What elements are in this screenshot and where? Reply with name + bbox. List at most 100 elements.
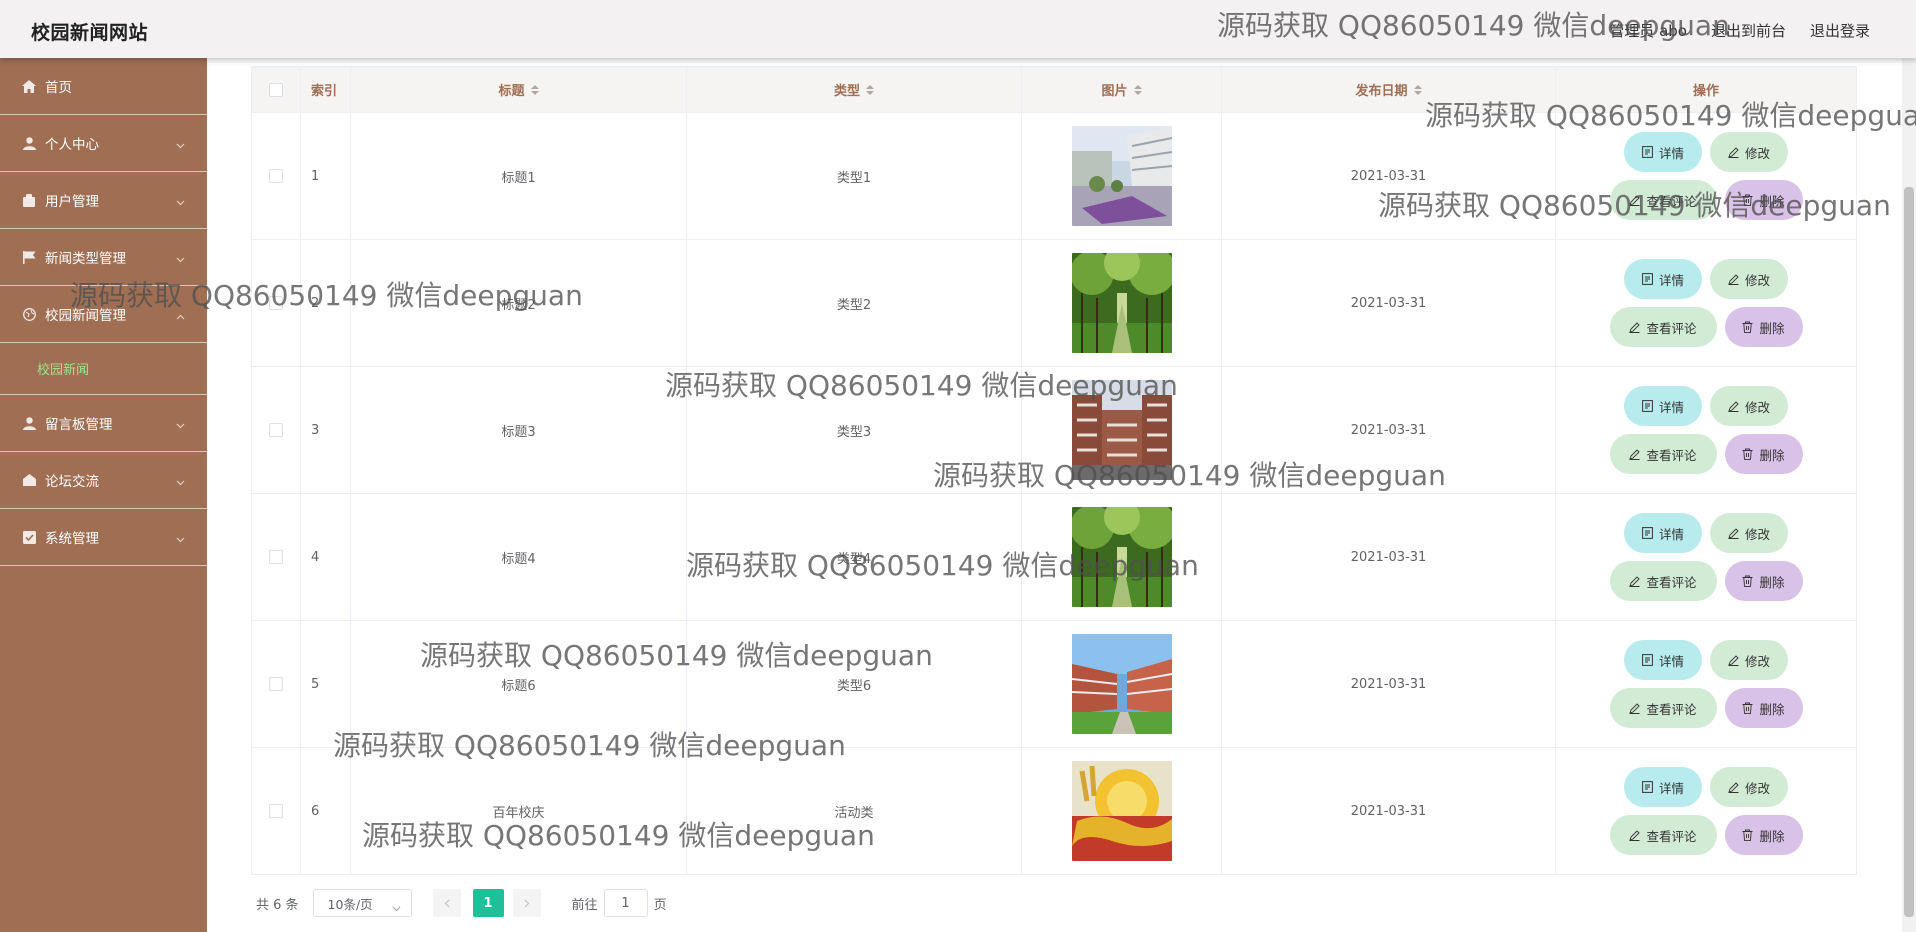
goto-page-input[interactable] <box>603 889 648 917</box>
detail-button[interactable]: 详情 <box>1624 513 1702 553</box>
sidebar-item-home[interactable]: 首页 <box>0 58 207 115</box>
news-thumbnail[interactable] <box>1071 634 1172 734</box>
row-checkbox[interactable] <box>269 804 283 818</box>
page-number-button[interactable]: 1 <box>472 889 504 917</box>
edit-icon <box>1728 273 1739 285</box>
sidebar-item-campus-news[interactable]: 校园新闻管理 <box>0 286 207 343</box>
sidebar-item-forum[interactable]: 论坛交流 <box>0 452 207 509</box>
logout-link[interactable]: 退出登录 <box>1810 20 1870 41</box>
prev-page-button[interactable] <box>432 889 461 917</box>
row-title: 标题6 <box>351 621 687 747</box>
view-comments-button[interactable]: 查看评论 <box>1609 307 1717 347</box>
column-ops: 操作 <box>1556 67 1857 112</box>
delete-button[interactable]: 删除 <box>1724 434 1803 474</box>
detail-label: 详情 <box>1658 145 1684 161</box>
row-checkbox[interactable] <box>269 423 283 437</box>
column-title[interactable]: 标题 <box>351 67 687 112</box>
view-comments-button[interactable]: 查看评论 <box>1609 561 1717 601</box>
row-checkbox[interactable] <box>269 169 283 183</box>
row-type: 类型1 <box>687 113 1022 239</box>
document-icon <box>1642 781 1653 793</box>
goto-suffix: 页 <box>653 897 667 913</box>
next-page-button[interactable] <box>512 889 541 917</box>
edit-button[interactable]: 修改 <box>1710 513 1788 553</box>
sidebar-item-system[interactable]: 系统管理 <box>0 509 207 566</box>
column-image[interactable]: 图片 <box>1022 67 1222 112</box>
row-checkbox[interactable] <box>269 550 283 564</box>
detail-button[interactable]: 详情 <box>1624 767 1702 807</box>
row-date: 2021-03-31 <box>1222 494 1556 620</box>
select-all-checkbox[interactable] <box>269 82 283 97</box>
row-select-cell <box>251 621 301 747</box>
back-to-front-link[interactable]: 退出到前台 <box>1711 20 1786 41</box>
row-date: 2021-03-31 <box>1222 113 1556 239</box>
view-comments-button[interactable]: 查看评论 <box>1609 434 1717 474</box>
delete-button[interactable]: 删除 <box>1724 688 1803 728</box>
row-image-cell <box>1022 494 1222 620</box>
news-thumbnail[interactable] <box>1071 253 1172 353</box>
goto-prefix: 前往 <box>571 897 598 913</box>
edit-button[interactable]: 修改 <box>1710 767 1788 807</box>
flag-icon <box>22 250 36 264</box>
sidebar-item-message-board[interactable]: 留言板管理 <box>0 395 207 452</box>
row-index: 3 <box>301 367 351 493</box>
sidebar-item-label: 用户管理 <box>45 194 99 210</box>
trash-icon <box>1742 829 1753 841</box>
page-size-select[interactable]: 10条/页 <box>312 889 412 917</box>
delete-button[interactable]: 删除 <box>1724 307 1803 347</box>
delete-button[interactable]: 删除 <box>1724 180 1803 220</box>
sort-icon[interactable] <box>866 84 874 95</box>
row-date: 2021-03-31 <box>1222 748 1556 874</box>
view-comments-button[interactable]: 查看评论 <box>1609 688 1717 728</box>
delete-button[interactable]: 删除 <box>1724 561 1803 601</box>
table-row: 5 标题6 类型6 2021-03-31 详情 修改 查看评论 删除 <box>251 621 1857 748</box>
chevron-down-icon <box>176 194 185 206</box>
news-thumbnail[interactable] <box>1071 761 1172 861</box>
row-checkbox[interactable] <box>269 296 283 310</box>
delete-button[interactable]: 删除 <box>1724 815 1803 855</box>
row-index: 2 <box>301 240 351 366</box>
trash-icon <box>1742 702 1753 714</box>
edit-button[interactable]: 修改 <box>1710 640 1788 680</box>
detail-button[interactable]: 详情 <box>1624 259 1702 299</box>
sidebar-item-profile[interactable]: 个人中心 <box>0 115 207 172</box>
sidebar-subitem-campus-news[interactable]: 校园新闻 <box>0 343 207 395</box>
sort-icon[interactable] <box>530 84 539 95</box>
sidebar-item-news-types[interactable]: 新闻类型管理 <box>0 229 207 286</box>
column-date[interactable]: 发布日期 <box>1222 67 1556 112</box>
delete-label: 删除 <box>1759 574 1785 590</box>
edit-icon <box>1629 448 1641 460</box>
row-actions: 详情 修改 查看评论 删除 <box>1556 113 1857 239</box>
view-comments-button[interactable]: 查看评论 <box>1609 815 1717 855</box>
edit-button[interactable]: 修改 <box>1710 132 1788 172</box>
edit-button[interactable]: 修改 <box>1710 386 1788 426</box>
table-row: 3 标题3 类型3 2021-03-31 详情 修改 查看评论 删除 <box>251 367 1857 494</box>
detail-label: 详情 <box>1658 272 1684 288</box>
edit-button[interactable]: 修改 <box>1710 259 1788 299</box>
scrollbar-thumb[interactable] <box>1904 187 1914 917</box>
document-icon <box>1642 654 1653 666</box>
admin-user-label: 管理员 abo <box>1609 22 1687 40</box>
news-thumbnail[interactable] <box>1071 380 1172 480</box>
row-checkbox[interactable] <box>269 677 283 691</box>
sidebar-item-users[interactable]: 用户管理 <box>0 172 207 229</box>
detail-button[interactable]: 详情 <box>1624 132 1702 172</box>
news-thumbnail[interactable] <box>1071 507 1172 607</box>
chevron-right-icon <box>524 899 529 907</box>
column-type[interactable]: 类型 <box>687 67 1022 112</box>
sort-icon[interactable] <box>1133 84 1142 95</box>
chevron-down-icon <box>176 474 185 486</box>
chevron-down-icon <box>176 251 185 263</box>
sort-icon[interactable] <box>1413 84 1422 95</box>
detail-button[interactable]: 详情 <box>1624 386 1702 426</box>
row-actions: 详情 修改 查看评论 删除 <box>1556 748 1857 874</box>
column-date-label: 发布日期 <box>1355 84 1408 99</box>
sidebar-item-label: 首页 <box>45 80 72 96</box>
row-index: 1 <box>301 113 351 239</box>
settings-icon <box>22 530 36 544</box>
view-comments-button[interactable]: 查看评论 <box>1609 180 1717 220</box>
detail-button[interactable]: 详情 <box>1624 640 1702 680</box>
chevron-down-icon <box>392 900 401 915</box>
news-thumbnail[interactable] <box>1071 126 1172 226</box>
row-date: 2021-03-31 <box>1222 240 1556 366</box>
